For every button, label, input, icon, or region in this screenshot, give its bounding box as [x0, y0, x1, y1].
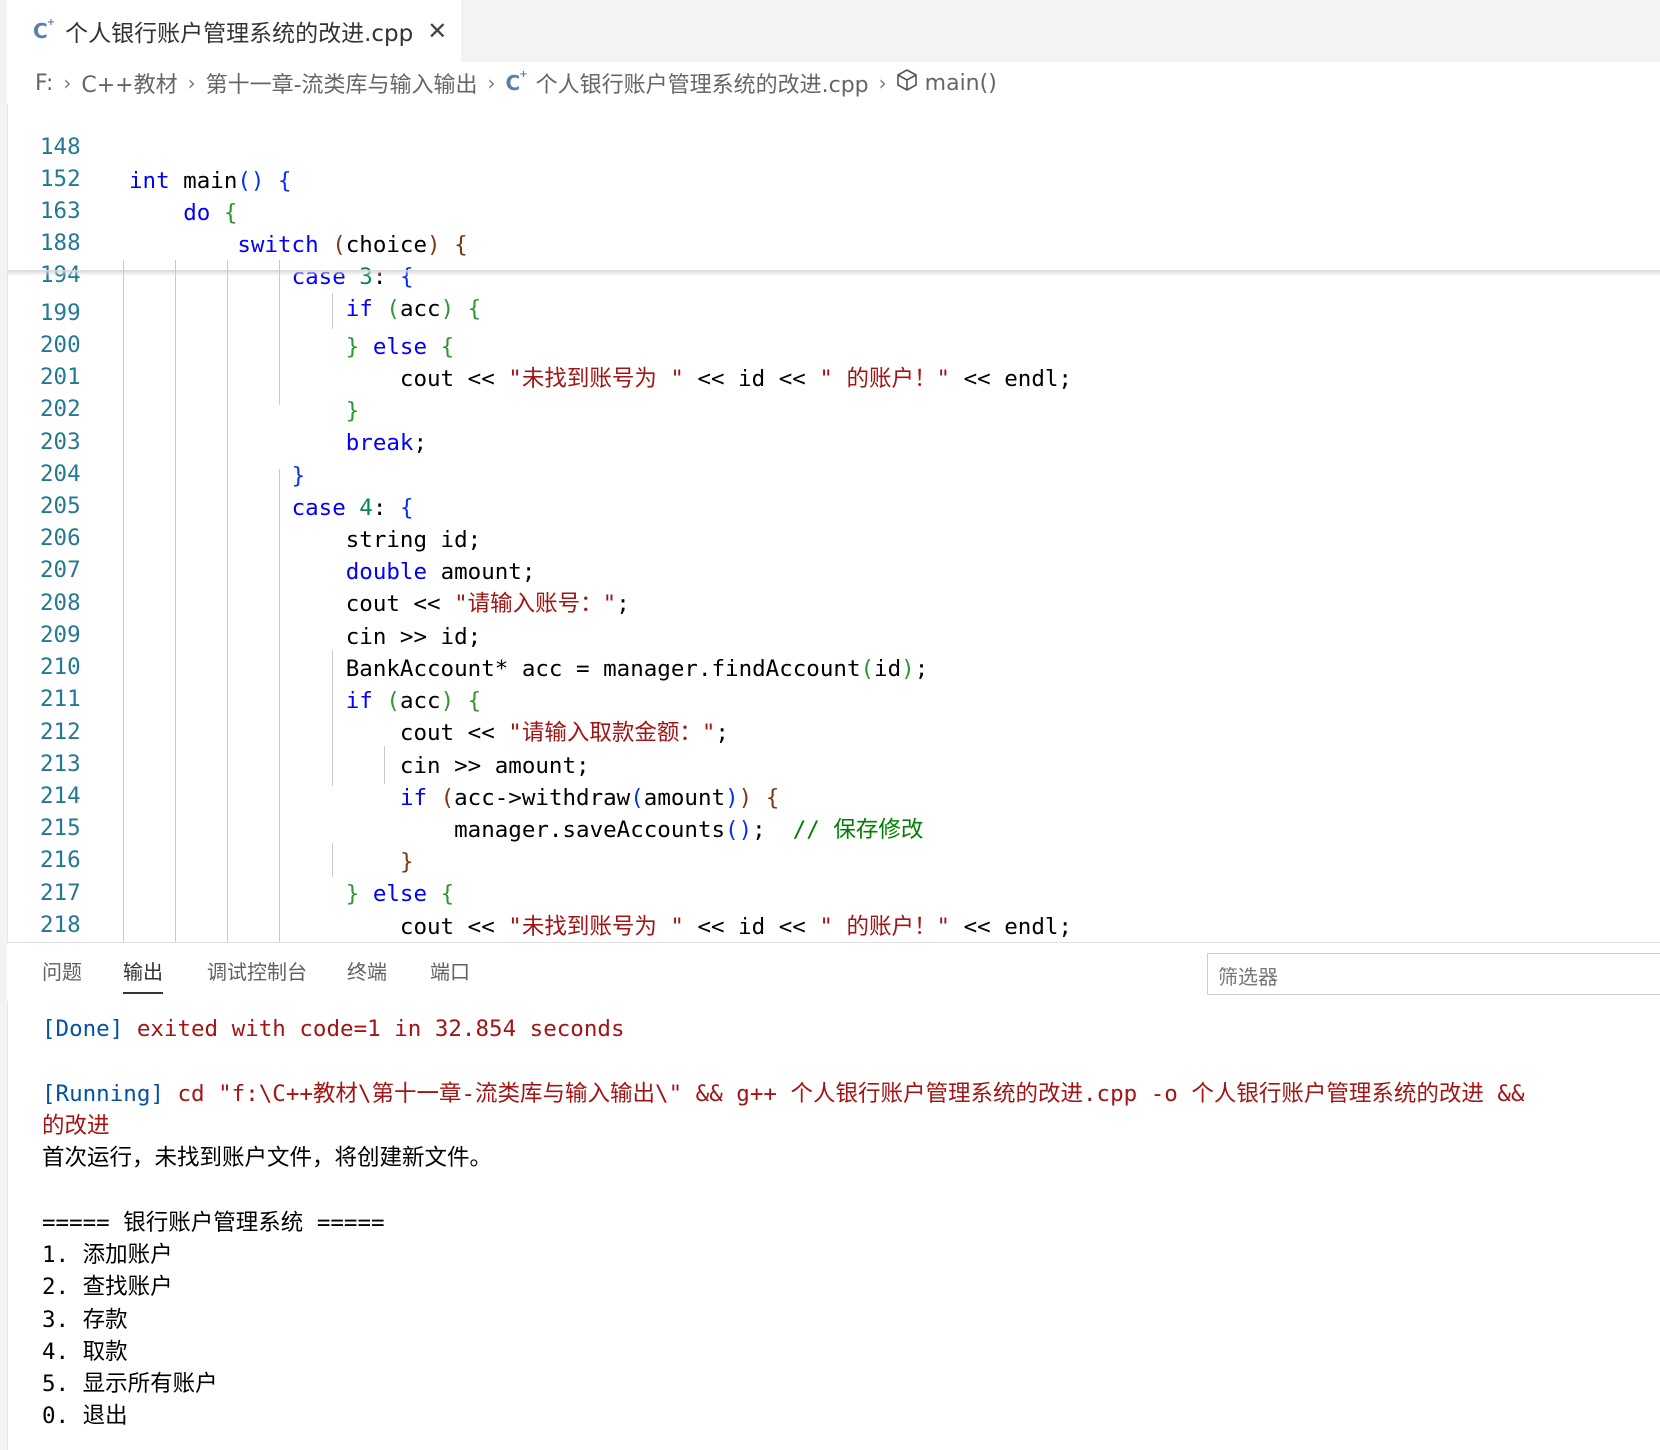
sticky-line[interactable]: 194 if (acc) {: [7, 224, 1660, 322]
breadcrumb-drive[interactable]: F:: [35, 71, 53, 96]
code-line[interactable]: 217 cout << "未找到账号为 " << id << " 的账户！" <…: [7, 842, 1660, 940]
string-literal: " 的账户！": [819, 914, 951, 940]
breadcrumb-folder-chapter[interactable]: 第十一章-流类库与输入输出: [206, 67, 478, 99]
sticky-line[interactable]: 148 int main() {: [7, 104, 1660, 194]
code-line[interactable]: 218 }: [7, 874, 1660, 938]
chevron-right-icon: ›: [63, 71, 72, 95]
breadcrumb-file[interactable]: 个人银行账户管理系统的改进.cpp: [536, 67, 869, 99]
code-line[interactable]: 199 } else {: [7, 262, 1660, 360]
code-line[interactable]: 206 double amount;: [7, 487, 1660, 585]
output-line: 1. 添加账户: [42, 1242, 173, 1268]
cube-symbol-icon: [896, 69, 917, 97]
output-line: 的改进: [42, 1113, 110, 1139]
code-line[interactable]: 208 cin >> id;: [7, 552, 1660, 650]
breadcrumb-symbol[interactable]: main(): [925, 71, 997, 96]
breadcrumb-folder-cpp[interactable]: C++教材: [81, 67, 177, 99]
output-panel[interactable]: [Done] exited with code=1 in 32.854 seco…: [7, 1000, 1660, 1450]
sticky-line[interactable]: 163 switch (choice) {: [7, 160, 1660, 258]
code-line[interactable]: 210 if (acc) {: [7, 616, 1660, 714]
code-text: cout << "未找到账号为 " << id << " 的账户！" << en…: [129, 914, 1072, 940]
string-literal: "未找到账号为 ": [508, 914, 684, 940]
output-line: 4. 取款: [42, 1339, 128, 1365]
code-line[interactable]: 216 } else {: [7, 809, 1660, 907]
tab-title[interactable]: 个人银行账户管理系统的改进.cpp: [65, 14, 413, 48]
output-line: 3. 存款: [42, 1307, 128, 1333]
code-line[interactable]: 205 string id;: [7, 455, 1660, 553]
tab-output[interactable]: 输出: [123, 943, 163, 1001]
output-line: 0. 退出: [42, 1403, 128, 1429]
output-line: [Running] cd "f:\C++教材\第十一章-流类库与输入输出\" &…: [42, 1081, 1525, 1107]
cpp-file-icon: C +: [505, 69, 528, 95]
editor-tab-active[interactable]: C + 个人银行账户管理系统的改进.cpp ✕: [7, 0, 461, 62]
tab-debug-console[interactable]: 调试控制台: [207, 943, 307, 1001]
sticky-line[interactable]: 152 do {: [7, 128, 1660, 226]
sticky-line[interactable]: 188 case 3: {: [7, 192, 1660, 290]
code-line[interactable]: 213 if (acc->withdraw(amount)) {: [7, 713, 1660, 811]
panel-tab-bar: 问题 输出 调试控制台 终端 端口 筛选器: [7, 942, 1660, 1001]
output-line: 5. 显示所有账户: [42, 1371, 218, 1397]
code-line[interactable]: 214 manager.saveAccounts(); // 保存修改: [7, 745, 1660, 843]
code-line[interactable]: 203 }: [7, 391, 1660, 489]
code-line[interactable]: 201 }: [7, 326, 1660, 424]
code-line[interactable]: 204 case 4: {: [7, 423, 1660, 521]
cpp-file-icon: C +: [33, 17, 56, 43]
code-line[interactable]: 215 }: [7, 777, 1660, 875]
breadcrumb: F: › C++教材 › 第十一章-流类库与输入输出 › C + 个人银行账户管理…: [7, 62, 1660, 104]
close-icon[interactable]: ✕: [427, 19, 447, 43]
tab-terminal[interactable]: 终端: [347, 943, 387, 1001]
output-line: ===== 银行账户管理系统 =====: [42, 1210, 385, 1236]
tab-problems[interactable]: 问题: [42, 943, 82, 1001]
chevron-right-icon: ›: [878, 71, 887, 95]
code-editor[interactable]: 148 int main() { 152 do { 163 switch (ch…: [7, 104, 1660, 942]
line-number: 218: [40, 912, 81, 938]
output-line: 2. 查找账户: [42, 1274, 173, 1300]
code-line[interactable]: 202 break;: [7, 358, 1660, 456]
output-line: [Done] exited with code=1 in 32.854 seco…: [42, 1016, 625, 1042]
chevron-right-icon: ›: [187, 71, 196, 95]
code-line[interactable]: 207 cout << "请输入账号：";: [7, 519, 1660, 617]
code-line[interactable]: 209 BankAccount* acc = manager.findAccou…: [7, 584, 1660, 682]
tab-ports[interactable]: 端口: [430, 943, 470, 1001]
chevron-right-icon: ›: [487, 71, 496, 95]
filter-input[interactable]: 筛选器: [1207, 953, 1660, 995]
code-line[interactable]: 211 cout << "请输入取款金额：";: [7, 648, 1660, 746]
output-line: 首次运行，未找到账户文件，将创建新文件。: [42, 1145, 493, 1171]
code-line[interactable]: 212 cin >> amount;: [7, 681, 1660, 779]
code-line[interactable]: 200 cout << "未找到账号为 " << id << " 的账户！" <…: [7, 294, 1660, 392]
